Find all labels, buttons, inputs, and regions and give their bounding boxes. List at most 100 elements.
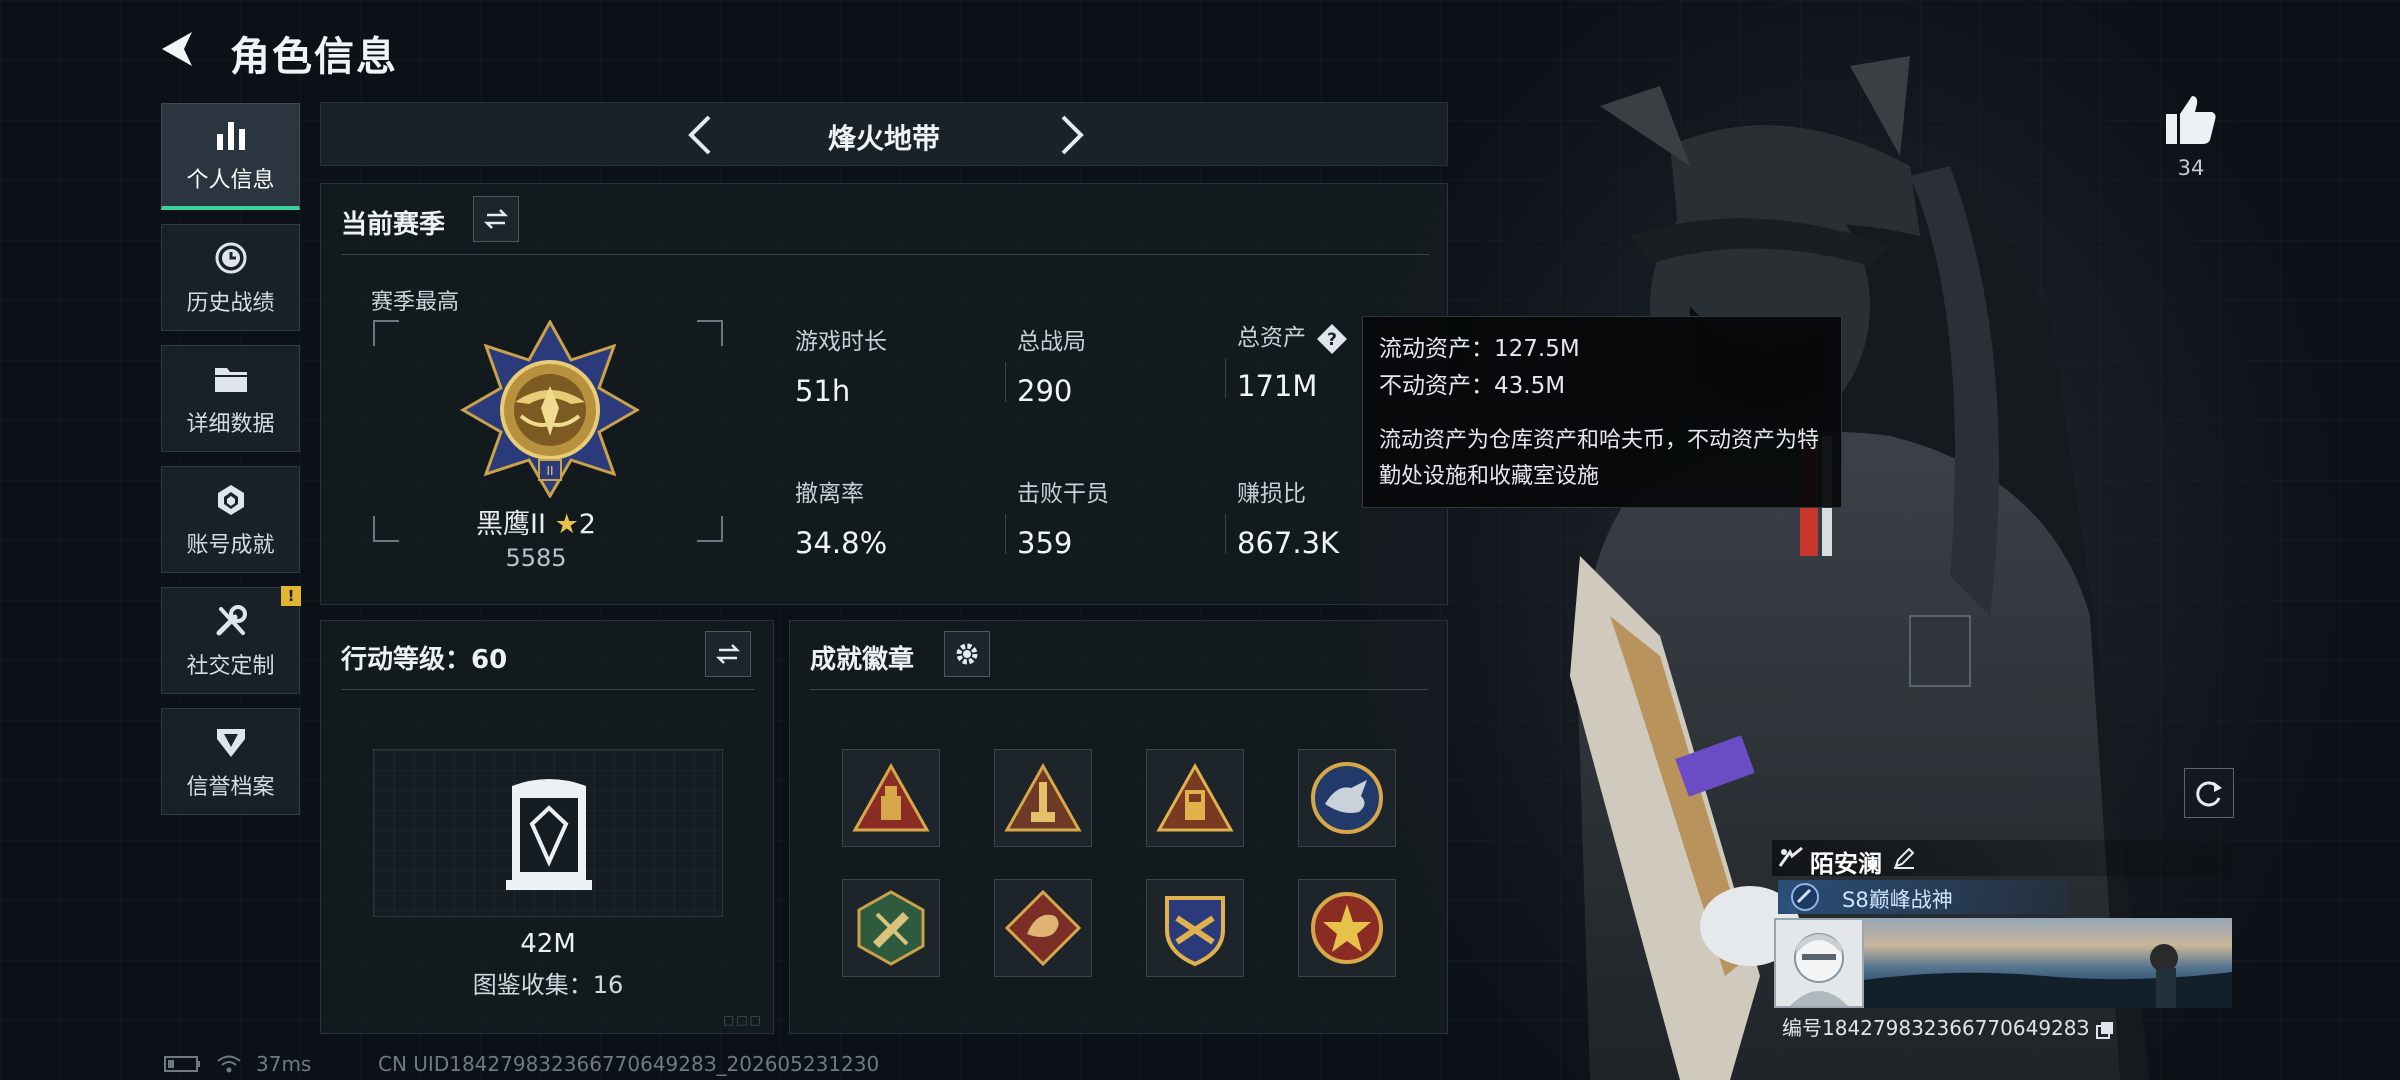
fixed-assets: 不动资产：43.5M — [1379, 372, 1566, 399]
back-arrow-icon — [162, 32, 192, 66]
rank-score: 5585 — [505, 544, 567, 572]
like-count: 34 — [2177, 156, 2205, 180]
nav-item-label: 账号成就 — [186, 532, 275, 558]
clock-icon — [212, 239, 250, 277]
nav-item-history[interactable]: 历史战绩 — [161, 224, 300, 331]
nav-item-personal-info[interactable]: 个人信息 — [161, 103, 300, 210]
player-name-row: 陌安澜 — [1772, 840, 2232, 878]
assets-tooltip: 流动资产：127.5M 不动资产：43.5M 流动资产为仓库资产和哈夫币，不动资… — [1362, 316, 1842, 508]
star-icon: ★ — [554, 509, 579, 540]
triangle-badge-gold-icon — [1156, 762, 1234, 832]
refresh-button[interactable] — [2184, 768, 2234, 818]
divider — [341, 689, 755, 690]
nav-item-label: 信誉档案 — [186, 774, 275, 800]
notice-badge: ! — [281, 586, 301, 606]
collection-count: 图鉴收集：16 — [472, 971, 624, 999]
achievement-badge[interactable] — [1146, 749, 1244, 847]
avatar-image — [1776, 920, 1862, 1006]
frame-corner — [373, 320, 399, 346]
stat-operators-defeated: 击败干员 359 — [1005, 474, 1109, 560]
stat-play-time: 游戏时长 51h — [795, 322, 887, 408]
rank-name: 黑鹰II — [476, 509, 546, 540]
shield-badge-gold-icon — [1165, 896, 1225, 967]
latency: 37ms — [256, 1052, 312, 1076]
stat-label: 撤离率 — [795, 481, 864, 507]
nav-item-label: 历史战绩 — [186, 290, 275, 316]
shield-icon — [212, 723, 250, 761]
divider — [1225, 514, 1226, 554]
status-bar: 37ms — [164, 1052, 311, 1076]
stat-label: 击败干员 — [1017, 481, 1109, 507]
achievement-badge[interactable] — [842, 879, 940, 977]
triangle-badge-tower-icon — [1004, 762, 1082, 832]
switch-action-button[interactable] — [705, 631, 751, 677]
gear-icon — [956, 643, 978, 665]
next-mode-button[interactable] — [1049, 113, 1093, 157]
nav-item-social[interactable]: ! 社交定制 — [161, 586, 301, 694]
nav-item-detailed-data[interactable]: 详细数据 — [161, 345, 300, 452]
triangle-badge-red-icon — [852, 762, 930, 832]
player-banner[interactable] — [1864, 918, 2232, 1008]
player-title-row: S8巅峰战神 — [1778, 880, 2068, 914]
mode-title: 烽火地带 — [827, 122, 940, 155]
achievement-settings-button[interactable] — [944, 631, 990, 677]
like-button[interactable] — [2164, 94, 2218, 146]
avatar[interactable] — [1774, 918, 1864, 1008]
nav-item-reputation[interactable]: 信誉档案 — [161, 708, 300, 815]
nav-item-label: 个人信息 — [186, 168, 275, 193]
achievement-icon — [212, 481, 250, 519]
back-button[interactable] — [158, 26, 208, 72]
stat-value: 34.8% — [795, 526, 888, 560]
title-badge-icon — [1791, 883, 1819, 911]
rank-stars: 2 — [578, 509, 596, 540]
side-nav: 个人信息 历史战绩 详细数据 账号成就 ! 社交定制 信誉档案 — [161, 103, 301, 829]
stat-label: 总战局 — [1017, 329, 1086, 355]
page-title: 角色信息 — [230, 34, 398, 80]
stat-value: 290 — [1017, 374, 1073, 408]
chevron-right-icon — [1061, 115, 1084, 155]
nav-item-label: 详细数据 — [186, 411, 275, 437]
wifi-icon — [217, 1055, 241, 1073]
stat-label: 总资产 — [1237, 325, 1306, 351]
achievement-badge[interactable] — [994, 749, 1092, 847]
divider — [341, 254, 1429, 255]
season-title: 当前赛季 — [341, 210, 446, 240]
collection-card[interactable] — [373, 749, 723, 917]
stat-label: 赚损比 — [1237, 481, 1306, 507]
rank-name-row: 黑鹰II ★2 — [371, 502, 701, 541]
stat-extract-rate: 撤离率 34.8% — [795, 474, 887, 560]
stat-value: 359 — [1017, 526, 1073, 560]
battery-icon — [164, 1056, 200, 1072]
divider — [1005, 362, 1006, 402]
stat-value: 51h — [795, 374, 851, 408]
divider — [1225, 358, 1226, 398]
divider — [1005, 514, 1006, 554]
switch-season-button[interactable] — [473, 196, 519, 242]
achievement-badge[interactable] — [842, 749, 940, 847]
thumbs-up-icon — [2166, 96, 2216, 144]
collection-value: 42M — [520, 929, 576, 959]
folder-icon — [212, 360, 250, 398]
copy-icon[interactable] — [2095, 1020, 2115, 1040]
season-best-label: 赛季最高 — [371, 290, 460, 315]
swap-icon — [483, 209, 509, 229]
svg-text:II: II — [546, 464, 553, 478]
stat-profit-loss-ratio: 赚损比 867.3K — [1225, 474, 1339, 560]
achievement-badge[interactable] — [1146, 879, 1244, 977]
achievement-title: 成就徽章 — [810, 645, 915, 675]
liquid-assets: 流动资产：127.5M — [1379, 336, 1580, 362]
player-uid: 编号18427983236677064928З — [1782, 1016, 2090, 1040]
frame-corner — [697, 320, 723, 346]
edit-icon[interactable] — [1892, 846, 1916, 870]
refresh-icon — [2196, 781, 2222, 807]
nav-item-label: 社交定制 — [186, 653, 275, 679]
corner-decoration: □□□ — [722, 1013, 763, 1027]
nav-item-achievements[interactable]: 账号成就 — [161, 466, 300, 573]
diamond-badge-dragon-icon — [1004, 889, 1082, 967]
achievement-badge[interactable] — [994, 879, 1092, 977]
tools-icon — [212, 602, 250, 640]
action-level-title: 行动等级：60 — [341, 645, 508, 675]
player-title: S8巅峰战神 — [1842, 888, 1953, 912]
footer-uid: CN UID18427983236677064928З_202605231230 — [378, 1052, 880, 1076]
stat-label: 游戏时长 — [795, 329, 887, 355]
